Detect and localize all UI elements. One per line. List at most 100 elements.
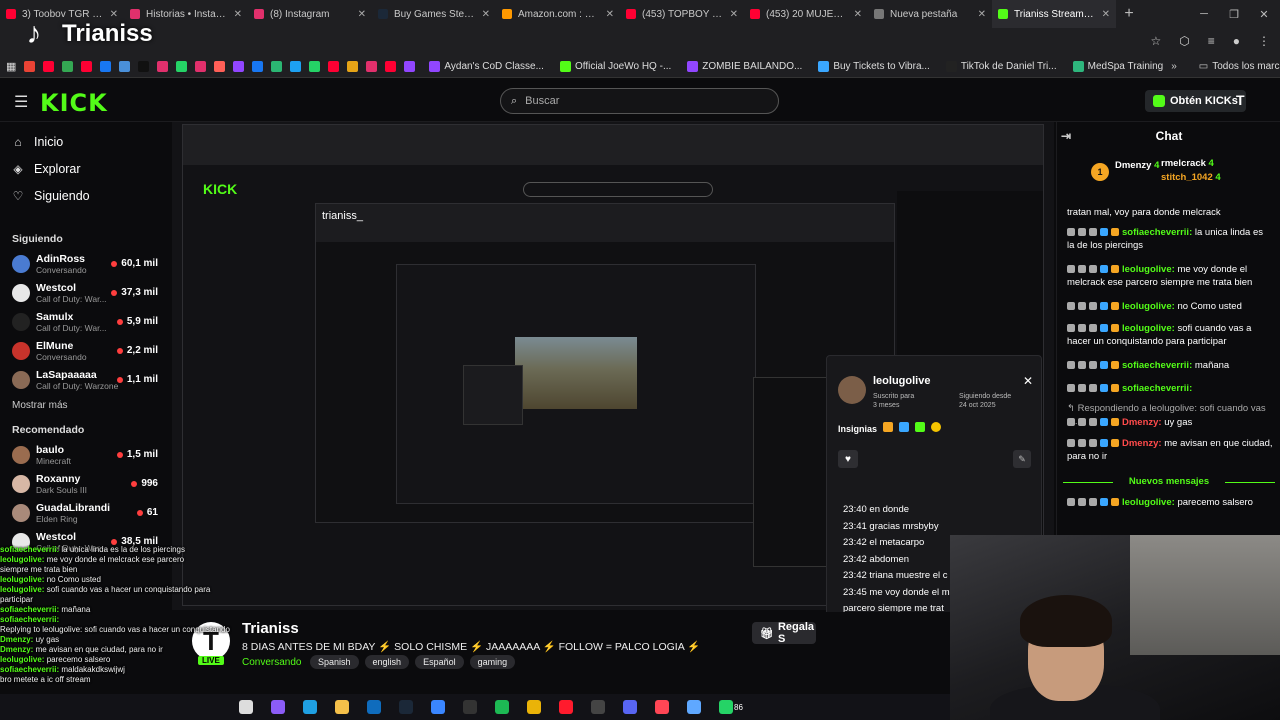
edge-icon[interactable] (300, 697, 320, 717)
channel-item[interactable]: Westcol Call of Duty: War... 37,3 mil (0, 278, 170, 307)
browser-tab[interactable]: (453) 20 MUJERES V ✕ (744, 0, 868, 28)
nav-item-explorar[interactable]: ◈ Explorar (0, 155, 170, 182)
youtube-icon[interactable] (81, 61, 93, 72)
streamer-name[interactable]: Trianiss (242, 620, 299, 637)
extensions-icon[interactable]: ⬡ (1179, 34, 1189, 48)
chat-username[interactable]: leolugolive: (1122, 264, 1175, 275)
whatsapp-icon[interactable] (716, 697, 736, 717)
browser-tab[interactable]: (453) TOPBOY - Muc ✕ (620, 0, 744, 28)
stream-tag[interactable]: Spanish (310, 655, 359, 669)
chat-username[interactable]: Dmenzy: (1122, 417, 1162, 428)
chat-message[interactable]: sofiaecheverrii: (1067, 382, 1273, 395)
gifter-name[interactable]: stitch_1042 4 (1161, 172, 1221, 183)
bookmark-item[interactable]: ZOMBIE BAILANDO... (687, 61, 802, 72)
more-bookmarks-icon[interactable]: » (1171, 61, 1177, 72)
channel-item[interactable]: LaSapaaaaa Call of Duty: Warzone 1,1 mil (0, 365, 170, 394)
chat-message[interactable]: tratan mal, voy para donde melcrack (1067, 206, 1273, 219)
menu-hamburger-icon[interactable]: ☰ (14, 92, 28, 112)
tiktok-logo-icon[interactable]: T (1236, 92, 1245, 108)
youtube-icon[interactable] (328, 61, 340, 72)
media-icon[interactable]: ≡ (1208, 34, 1215, 48)
tab-close-icon[interactable]: ✕ (358, 9, 366, 20)
folder-icon[interactable] (332, 697, 352, 717)
new-tab-button[interactable]: + (1116, 5, 1142, 23)
channel-item[interactable]: baulo Minecraft 1,5 mil (0, 440, 170, 469)
chat-message[interactable]: sofiaecheverrii: la unica linda es la de… (1067, 226, 1273, 252)
browser-tab[interactable]: Nueva pestaña ✕ (868, 0, 992, 28)
epic-icon[interactable] (460, 697, 480, 717)
bookmark-icon[interactable] (214, 61, 226, 72)
chat-message[interactable]: Dmenzy: me avisan en que ciudad, para no… (1067, 437, 1273, 463)
channel-item[interactable]: GuadaLibrandi Elden Ring 61 (0, 498, 170, 527)
shield-icon[interactable] (684, 697, 704, 717)
bookmark-item[interactable]: Official JoeWo HQ -... (559, 61, 671, 72)
gift-subs-button[interactable]: 🎁︎ Regala S (752, 622, 816, 644)
whatsapp-icon[interactable] (176, 61, 188, 72)
channel-item[interactable]: AdinRoss Conversando 60,1 mil (0, 249, 170, 278)
bookmark-icon[interactable] (347, 61, 359, 72)
chat-username[interactable]: sofiaecheverrii: (1122, 383, 1192, 394)
bookmark-item[interactable]: Aydan's CoD Classe... (429, 61, 544, 72)
obs-icon[interactable] (588, 697, 608, 717)
search-input[interactable]: ⌕ Buscar (500, 88, 779, 114)
address-bar[interactable]: ☆ ⬡ ≡ ● ⋮ (0, 28, 1280, 56)
follow-heart-button[interactable]: ♥ (838, 450, 858, 468)
streamer-avatar[interactable]: T (192, 622, 230, 660)
channel-item[interactable]: Roxanny Dark Souls III 996 (0, 469, 170, 498)
gifter-name[interactable]: Dmenzy 4 (1115, 160, 1159, 171)
browser-tab[interactable]: Amazon.com : osmo ✕ (496, 0, 620, 28)
stream-tag[interactable]: gaming (469, 655, 516, 669)
steam-icon[interactable] (396, 697, 416, 717)
stream-category[interactable]: Conversando (242, 657, 301, 668)
store-icon[interactable] (428, 697, 448, 717)
collapse-chat-icon[interactable]: ⇥ (1061, 122, 1071, 150)
chat-username[interactable]: leolugolive: (1122, 497, 1175, 508)
kick-logo[interactable]: KICK (40, 89, 108, 117)
channel-item[interactable]: Samulx Call of Duty: War... 5,9 mil (0, 307, 170, 336)
channel-item[interactable]: Westcol Call of Duty: War... 38,5 mil (0, 527, 170, 556)
chat-message[interactable]: leolugolive: no Como usted (1067, 300, 1273, 313)
youtube-icon[interactable] (43, 61, 55, 72)
stream-tag[interactable]: Español (415, 655, 464, 669)
youtube-icon[interactable] (385, 61, 397, 72)
chat-message[interactable]: Dmenzy: uy gas (1067, 416, 1273, 429)
tab-close-icon[interactable]: ✕ (234, 9, 242, 20)
maps-icon[interactable] (62, 61, 74, 72)
bookmark-star-icon[interactable]: ☆ (1150, 34, 1161, 48)
browser-tab[interactable]: Buy Games Steam Of ✕ (372, 0, 496, 28)
pin-icon[interactable]: ✎ (1013, 450, 1031, 468)
facebook-icon[interactable] (252, 61, 264, 72)
whatsapp-icon[interactable] (309, 61, 321, 72)
chat-username[interactable]: leolugolive: (1122, 301, 1175, 312)
discord-icon[interactable] (620, 697, 640, 717)
close-window-button[interactable]: ✕ (1248, 0, 1280, 28)
tab-close-icon[interactable]: ✕ (730, 9, 738, 20)
chat-message[interactable]: leolugolive: me voy donde el melcrack es… (1067, 263, 1273, 289)
tab-close-icon[interactable]: ✕ (1102, 9, 1110, 20)
stream-tag[interactable]: english (364, 655, 410, 669)
bookmark-icon[interactable] (271, 61, 283, 72)
bookmark-item[interactable]: Buy Tickets to Vibra... (818, 61, 930, 72)
instagram-icon[interactable] (157, 61, 169, 72)
new-messages-divider[interactable]: Nuevos mensajes (1063, 475, 1275, 489)
chat-username[interactable]: leolugolive: (1122, 323, 1175, 334)
browser-tab[interactable]: Trianiss Stream - Wa ✕ (992, 0, 1116, 28)
browser-tab[interactable]: (8) Instagram ✕ (248, 0, 372, 28)
instagram-icon[interactable] (366, 61, 378, 72)
chrome-icon[interactable] (524, 697, 544, 717)
opera-icon[interactable] (556, 697, 576, 717)
tab-close-icon[interactable]: ✕ (606, 9, 614, 20)
bookmark-icon[interactable] (290, 61, 302, 72)
menu-icon[interactable]: ⋮ (1258, 34, 1270, 48)
chat-username[interactable]: Dmenzy: (1122, 438, 1162, 449)
facebook-icon[interactable] (100, 61, 112, 72)
tab-close-icon[interactable]: ✕ (482, 9, 490, 20)
task-view-icon[interactable] (236, 697, 256, 717)
chat-username[interactable]: sofiaecheverrii: (1122, 360, 1192, 371)
nav-item-siguiendo[interactable]: ♡ Siguiendo (0, 182, 170, 209)
nav-item-inicio[interactable]: ⌂ Inicio (0, 128, 170, 155)
bookmark-item[interactable]: MedSpa Training (1072, 61, 1163, 72)
spotify-icon[interactable] (492, 697, 512, 717)
gmail-icon[interactable] (24, 61, 36, 72)
x-icon[interactable] (138, 61, 150, 72)
